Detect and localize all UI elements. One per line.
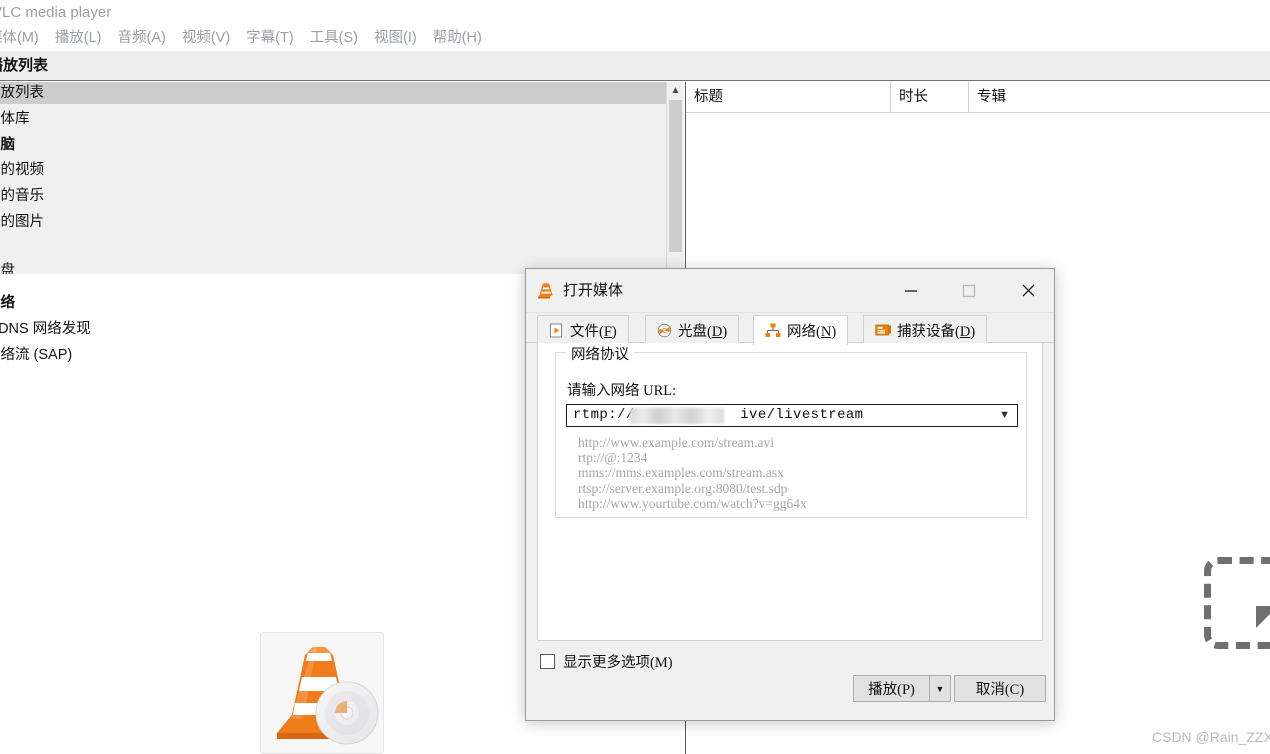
cancel-button[interactable]: 取消(C) <box>954 675 1046 702</box>
main-menubar: 媒体(M) 播放(L) 音频(A) 视频(V) 字幕(T) 工具(S) 视图(I… <box>0 25 1270 51</box>
playlist-drop-arrow-icon <box>1256 606 1270 628</box>
vlc-media-player-window: VLC media player 媒体(M) 播放(L) 音频(A) 视频(V)… <box>0 0 1270 754</box>
column-header-title[interactable]: 标题 <box>686 82 891 112</box>
menu-video[interactable]: 视频(V) <box>174 25 238 51</box>
dialog-tabstrip: 文件(F) 光盘(D) 网络(N) 捕获设备(D) <box>526 313 1054 345</box>
menu-help[interactable]: 帮助(H) <box>425 25 490 51</box>
play-split-button[interactable]: 播放(P) ▼ <box>853 675 951 702</box>
playlist-header-bar: 播放列表 <box>0 51 1270 81</box>
tab-file[interactable]: 文件(F) <box>537 315 629 344</box>
column-header-album[interactable]: 专辑 <box>969 82 1270 112</box>
tab-disc-label: 光盘(D) <box>678 323 728 340</box>
sidebar-item-my-music[interactable]: 我的音乐 <box>0 185 666 207</box>
close-icon <box>1022 284 1034 297</box>
column-header-duration[interactable]: 时长 <box>891 82 969 112</box>
open-media-dialog: 打开媒体 文件(F) 光盘(D) 网络(N) 捕获设备(D) 网络协议 请输入网… <box>525 268 1055 721</box>
menu-audio[interactable]: 音频(A) <box>109 25 173 51</box>
chevron-down-icon[interactable]: ▼ <box>999 405 1010 426</box>
playlist-header-title: 播放列表 <box>0 57 49 74</box>
play-dropdown-arrow-icon[interactable]: ▼ <box>929 675 951 702</box>
sidebar-item-label: 我的音乐 <box>0 188 44 204</box>
dialog-titlebar: 打开媒体 <box>526 269 1054 313</box>
menu-tools[interactable]: 工具(S) <box>302 25 366 51</box>
maximize-icon <box>962 284 976 297</box>
tab-network[interactable]: 网络(N) <box>753 315 849 345</box>
sidebar-tree[interactable]: 播放列表 媒体库 电脑 我的视频 我的音乐 我的图片 光盘 <box>0 82 666 274</box>
sidebar-item-label: mDNS 网络发现 <box>0 321 91 337</box>
vlc-cone-thumbnail <box>260 632 384 754</box>
csdn-watermark: CSDN @Rain_ZZX <box>1152 729 1270 745</box>
network-url-examples: http://www.example.com/stream.avi rtp://… <box>578 435 807 511</box>
network-url-combobox[interactable]: rtmp://aaaaaaaaaaaaive/livestream ▼ <box>566 404 1018 427</box>
network-icon <box>765 323 781 337</box>
dialog-maximize-button[interactable] <box>946 269 992 312</box>
tab-network-label: 网络(N) <box>787 324 837 340</box>
main-titlebar: VLC media player <box>0 0 1270 25</box>
sidebar-section-computer[interactable]: 电脑 <box>0 134 666 156</box>
vlc-cone-icon <box>277 647 379 745</box>
sidebar-section-label: 电脑 <box>0 137 15 153</box>
sidebar-item-label: 我的视频 <box>0 162 44 178</box>
sidebar-item-label: 播放列表 <box>0 85 44 101</box>
sidebar-item-label: 光盘 <box>0 263 15 274</box>
sidebar-item-label: 媒体库 <box>0 111 30 127</box>
network-protocol-groupbox: 网络协议 请输入网络 URL: rtmp://aaaaaaaaaaaaive/l… <box>555 343 1027 518</box>
menu-view[interactable]: 视图(I) <box>366 25 425 51</box>
dialog-minimize-button[interactable] <box>888 269 934 312</box>
network-protocol-legend: 网络协议 <box>566 343 634 364</box>
tab-file-label: 文件(F) <box>570 323 617 340</box>
tab-capture-device[interactable]: 捕获设备(D) <box>863 315 988 344</box>
main-window-title: VLC media player <box>0 4 112 21</box>
tab-capture-device-label: 捕获设备(D) <box>897 323 976 340</box>
tab-disc[interactable]: 光盘(D) <box>645 315 740 344</box>
show-more-options-label: 显示更多选项(M) <box>563 655 673 671</box>
menu-media[interactable]: 媒体(M) <box>0 25 47 51</box>
dialog-title: 打开媒体 <box>563 282 624 299</box>
dialog-content-panel: 网络协议 请输入网络 URL: rtmp://aaaaaaaaaaaaive/l… <box>537 343 1043 641</box>
network-url-label: 请输入网络 URL: <box>567 383 677 399</box>
sidebar-item-media-library[interactable]: 媒体库 <box>0 108 666 130</box>
sidebar-item-label: 我的图片 <box>0 214 44 230</box>
play-button[interactable]: 播放(P) <box>853 675 929 702</box>
sidebar-item-my-pictures[interactable]: 我的图片 <box>0 211 666 233</box>
playlist-table-header: 标题 时长 专辑 <box>686 82 1270 113</box>
sidebar-item-playlist[interactable]: 播放列表 <box>0 82 666 104</box>
capture-device-icon <box>875 324 891 335</box>
chevron-up-icon[interactable]: ▲ <box>667 82 684 98</box>
sidebar-item-label: 网络流 (SAP) <box>0 347 73 363</box>
minimize-icon <box>905 289 917 292</box>
playlist-dropzone-icon <box>1204 557 1270 649</box>
file-icon <box>550 323 562 337</box>
sidebar-section-label: 网络 <box>0 295 15 311</box>
menu-subtitle[interactable]: 字幕(T) <box>238 25 302 51</box>
dialog-close-button[interactable] <box>1005 269 1051 312</box>
menu-playback[interactable]: 播放(L) <box>47 25 110 51</box>
sidebar-item-my-videos[interactable]: 我的视频 <box>0 159 666 181</box>
show-more-options-checkbox[interactable] <box>540 654 555 669</box>
sidebar-scrollbar[interactable]: ▲ <box>666 82 684 274</box>
show-more-options-row[interactable]: 显示更多选项(M) <box>540 651 673 672</box>
vlc-cone-icon <box>538 283 553 299</box>
disc-icon <box>657 323 672 337</box>
sidebar-scrollbar-thumb[interactable] <box>669 100 682 252</box>
redacted-url-region <box>630 408 724 424</box>
